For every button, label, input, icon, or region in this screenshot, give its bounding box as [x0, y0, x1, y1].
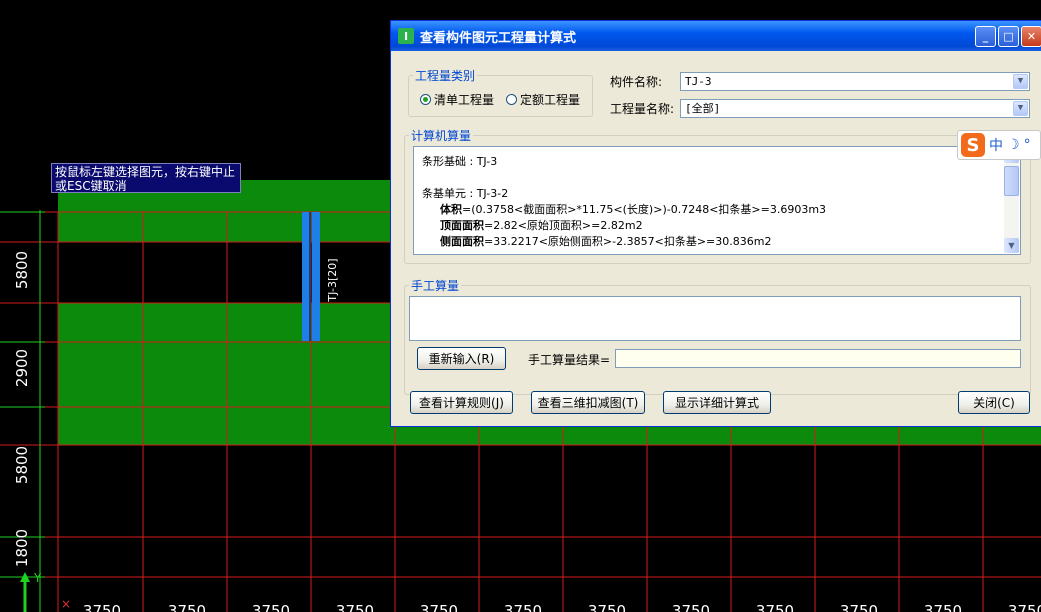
radio-bill-quantity[interactable]: 清单工程量 [420, 91, 494, 108]
column-dimension-label: 3750 [840, 602, 878, 612]
computer-calc-textarea[interactable]: 条形基础 : TJ-3 条基单元 : TJ-3-2 体积=(0.3758<截面面… [413, 146, 1021, 255]
computer-calc-legend: 计算机算量 [411, 129, 472, 143]
moon-icon[interactable]: ☽ [1007, 137, 1020, 153]
origin-mark: × [61, 597, 71, 611]
calc-line: 侧面面积=33.2217<原始侧面积>-2.3857<扣条基>=30.836m2 [440, 235, 772, 248]
manual-calc-input[interactable] [409, 296, 1021, 341]
dialog-title: 查看构件图元工程量计算式 [420, 30, 577, 46]
column-dimension-label: 3750 [756, 602, 794, 612]
punctuation-icon[interactable]: ° [1024, 137, 1031, 153]
column-dimension-label: 3750 [588, 602, 626, 612]
chevron-down-icon[interactable]: ▼ [1013, 101, 1028, 116]
manual-result-field[interactable] [615, 349, 1021, 368]
radio-dot-selected-icon [420, 94, 431, 105]
scroll-down-icon[interactable]: ▼ [1004, 238, 1019, 253]
column-dimension-label: 3750 [168, 602, 206, 612]
beam-label: TJ-3[20] [326, 258, 339, 302]
column-dimension-label: 3750 [924, 602, 962, 612]
scroll-thumb[interactable] [1004, 166, 1019, 196]
ime-mode-label[interactable]: 中 [989, 135, 1003, 155]
quantity-name-select[interactable]: [全部] ▼ [680, 99, 1030, 118]
calc-line: 条基单元 : TJ-3-2 [422, 187, 509, 200]
beam-element [312, 212, 320, 341]
reinput-button[interactable]: 重新输入(R) [417, 347, 506, 370]
dialog-titlebar[interactable]: I 查看构件图元工程量计算式 _ □ ✕ [391, 21, 1041, 51]
view-3d-deduction-button[interactable]: 查看三维扣减图(T) [531, 391, 645, 414]
row-dimension-label: 5800 [13, 446, 31, 484]
minimize-button[interactable]: _ [975, 26, 996, 47]
calc-line: 顶面面积=2.82<原始顶面积>=2.82m2 [440, 219, 643, 232]
tooltip-line-2: 或ESC键取消 [55, 179, 127, 193]
y-axis-label: Y [33, 571, 42, 585]
manual-calc-legend: 手工算量 [411, 279, 460, 293]
calc-line: 体积=(0.3758<截面面积>*11.75<(长度)>)-0.7248<扣条基… [440, 203, 827, 216]
close-window-button[interactable]: ✕ [1021, 26, 1041, 47]
chevron-down-icon[interactable]: ▼ [1013, 74, 1028, 89]
calc-scrollbar[interactable]: ▲ ▼ [1004, 148, 1019, 253]
column-dimension-label: 3750 [672, 602, 710, 612]
radio-quota-label: 定额工程量 [520, 93, 581, 107]
row-dimension-label: 5800 [13, 251, 31, 289]
column-dimension-label: 3750 [504, 602, 542, 612]
row-dimension-label: 1800 [13, 529, 31, 567]
show-detail-formula-button[interactable]: 显示详细计算式 [663, 391, 771, 414]
radio-dot-icon [506, 94, 517, 105]
tooltip-line-1: 按鼠标左键选择图元，按右键中止 [55, 165, 236, 179]
app-icon: I [398, 28, 414, 44]
column-dimension-label: 3750 [336, 602, 374, 612]
close-button[interactable]: 关闭(C) [958, 391, 1030, 414]
selection-hint-tooltip: 按鼠标左键选择图元，按右键中止 或ESC键取消 [51, 163, 241, 193]
column-dimension-label: 3750 [83, 602, 121, 612]
radio-bill-label: 清单工程量 [434, 93, 495, 107]
category-legend: 工程量类别 [415, 69, 476, 83]
component-name-select[interactable]: TJ-3 ▼ [680, 72, 1030, 91]
row-dimension-label: 2900 [13, 349, 31, 387]
column-dimension-label: 3750 [420, 602, 458, 612]
component-name-label: 构件名称: [610, 75, 663, 89]
component-name-value: TJ-3 [685, 75, 712, 88]
ime-toolbar[interactable]: S 中 ☽ ° [957, 130, 1041, 160]
column-dimension-label: 3750 [1008, 602, 1041, 612]
radio-quota-quantity[interactable]: 定额工程量 [506, 91, 580, 108]
beam-element [302, 212, 310, 341]
quantity-formula-dialog: I 查看构件图元工程量计算式 _ □ ✕ 工程量类别 清单工程量 定额工程量 构… [390, 20, 1041, 427]
quantity-name-label: 工程量名称: [610, 102, 675, 116]
maximize-button[interactable]: □ [998, 26, 1019, 47]
calc-rules-button[interactable]: 查看计算规则(J) [410, 391, 513, 414]
calc-line: 条形基础 : TJ-3 [422, 155, 498, 168]
manual-result-label: 手工算量结果= [528, 353, 611, 367]
quantity-name-value: [全部] [685, 102, 721, 115]
column-dimension-label: 3750 [252, 602, 290, 612]
sogou-logo-icon: S [961, 133, 985, 157]
